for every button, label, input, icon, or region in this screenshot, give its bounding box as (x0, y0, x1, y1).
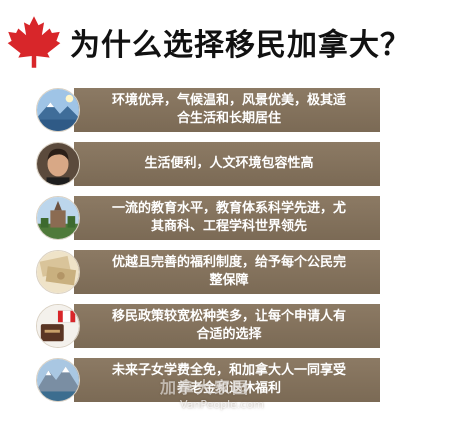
snowy-mountain-photo (36, 358, 80, 402)
passport-flag-photo (36, 304, 80, 348)
reason-text-line: 其商科、工程学科世界领先 (150, 219, 307, 234)
money-bills-photo (36, 250, 80, 294)
reason-text-line: 移民政策较宽松种类多，让每个申请人有 (111, 309, 346, 324)
campus-building-photo (36, 196, 80, 240)
reason-item: 未来子女学费全免，和加拿大人一同享受 养老金和退休福利 (36, 358, 380, 402)
reason-banner: 一流的教育水平，教育体系科学先进，尤 其商科、工程学科世界领先 (74, 196, 380, 240)
reason-item: 环境优异，气候温和，风景优美，极其适 合生活和长期居住 (36, 88, 380, 132)
reason-banner: 优越且完善的福利制度，给予每个公民完 整保障 (74, 250, 380, 294)
reason-text-line: 优越且完善的福利制度，给予每个公民完 (111, 255, 346, 270)
reason-item: 一流的教育水平，教育体系科学先进，尤 其商科、工程学科世界领先 (36, 196, 380, 240)
reason-text-line: 合适的选择 (196, 327, 262, 342)
reason-item: 优越且完善的福利制度，给予每个公民完 整保障 (36, 250, 380, 294)
reason-item: 生活便利，人文环境包容性高 (36, 142, 380, 186)
reason-text-line: 养老金和退休福利 (176, 381, 281, 396)
reason-banner: 生活便利，人文环境包容性高 (74, 142, 380, 186)
reason-text-line: 整保障 (209, 273, 249, 288)
reason-text-line: 生活便利，人文环境包容性高 (144, 156, 314, 171)
reason-text-line: 一流的教育水平，教育体系科学先进，尤 (111, 201, 346, 216)
portrait-photo (36, 142, 80, 186)
reason-banner: 移民政策较宽松种类多，让每个申请人有 合适的选择 (74, 304, 380, 348)
reason-item: 移民政策较宽松种类多，让每个申请人有 合适的选择 (36, 304, 380, 348)
reason-text-line: 未来子女学费全免，和加拿大人一同享受 (111, 363, 346, 378)
reason-banner: 未来子女学费全免，和加拿大人一同享受 养老金和退休福利 (74, 358, 380, 402)
reason-banner: 环境优异，气候温和，风景优美，极其适 合生活和长期居住 (74, 88, 380, 132)
mountain-lake-photo (36, 88, 80, 132)
reason-text-line: 环境优异，气候温和，风景优美，极其适 (111, 93, 346, 108)
reasons-list: 环境优异，气候温和，风景优美，极其适 合生活和长期居住 生活便利，人文环境包容性… (0, 0, 452, 435)
reason-text-line: 合生活和长期居住 (176, 111, 281, 126)
